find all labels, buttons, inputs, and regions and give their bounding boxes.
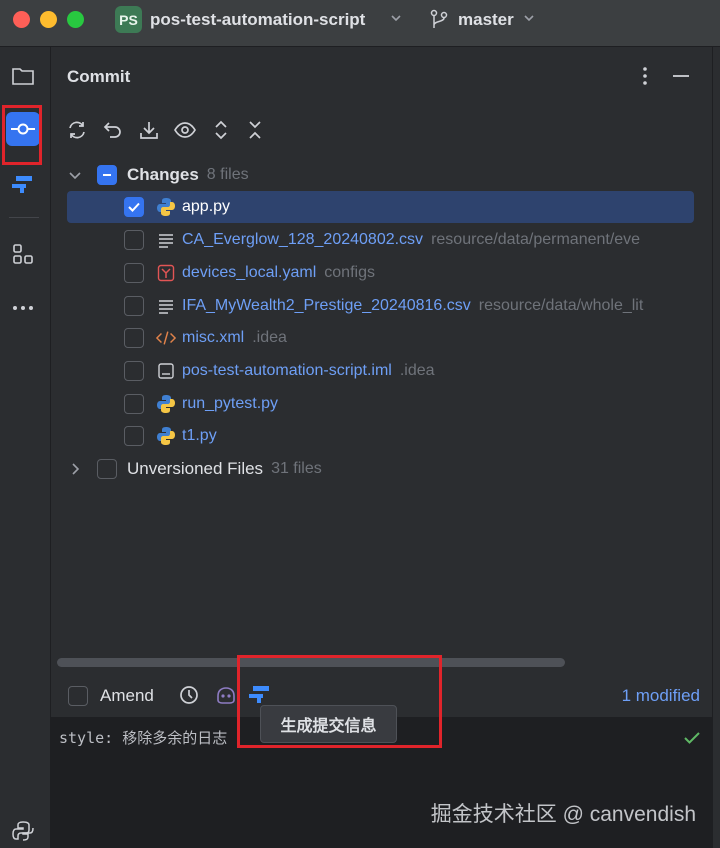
amend-checkbox[interactable]: [68, 686, 88, 706]
minus-icon: [103, 174, 111, 176]
changes-group-label: Changes: [127, 165, 199, 184]
ai-assistant-tool-button[interactable]: [6, 167, 40, 201]
unversioned-group-row[interactable]: Unversioned Files 31 files: [67, 453, 720, 485]
file-name: run_pytest.py: [182, 395, 279, 412]
iml-file-icon: [156, 361, 176, 381]
python-icon: [156, 394, 176, 414]
collapse-all-button[interactable]: [243, 118, 267, 142]
file-checkbox[interactable]: [124, 426, 144, 446]
file-checkbox[interactable]: [124, 394, 144, 414]
chevron-down-icon[interactable]: [67, 167, 83, 183]
file-row[interactable]: pos-test-automation-script.iml .idea: [67, 355, 720, 387]
structure-tool-button[interactable]: [6, 237, 40, 271]
unversioned-group-checkbox[interactable]: [97, 459, 117, 479]
file-row[interactable]: devices_local.yaml configs: [67, 257, 720, 289]
amend-label[interactable]: Amend: [100, 686, 154, 706]
file-name: CA_Everglow_128_20240802.csv: [182, 231, 424, 248]
check-icon: [684, 732, 700, 744]
changes-group-count: 8 files: [206, 166, 249, 183]
show-diff-button[interactable]: [173, 118, 197, 142]
file-row[interactable]: app.py: [67, 191, 694, 223]
changes-group-checkbox[interactable]: [97, 165, 117, 185]
undo-icon: [103, 122, 121, 138]
ai-assistant-icon: [12, 176, 32, 193]
update-button[interactable]: [137, 118, 161, 142]
copilot-icon[interactable]: [214, 684, 238, 706]
file-checkbox[interactable]: [124, 361, 144, 381]
file-checkbox[interactable]: [124, 263, 144, 283]
structure-icon: [13, 244, 33, 264]
csv-file-icon: [156, 230, 176, 250]
xml-file-icon: [156, 328, 176, 348]
window-minimize-button[interactable]: [40, 11, 57, 28]
refresh-button[interactable]: [65, 118, 89, 142]
right-tool-strip: [712, 47, 720, 848]
panel-title: Commit: [67, 67, 131, 86]
highlight-box: [2, 105, 42, 165]
title-bar: PS pos-test-automation-script master: [0, 0, 720, 47]
more-vertical-icon[interactable]: [637, 65, 653, 87]
file-row[interactable]: run_pytest.py: [67, 388, 720, 420]
window-close-button[interactable]: [13, 11, 30, 28]
file-checkbox[interactable]: [124, 230, 144, 250]
changes-group-row[interactable]: Changes 8 files: [67, 159, 720, 191]
file-checkbox[interactable]: [124, 197, 144, 217]
commit-message-text[interactable]: style: 移除多余的日志: [59, 727, 227, 748]
file-path: resource/data/whole_lit: [478, 297, 644, 314]
highlight-box: [237, 655, 442, 748]
file-row[interactable]: CA_Everglow_128_20240802.csv resource/da…: [67, 224, 720, 256]
window-maximize-button[interactable]: [67, 11, 84, 28]
expand-all-icon: [215, 120, 227, 140]
chevron-down-icon[interactable]: [389, 11, 403, 25]
file-name: devices_local.yaml: [182, 264, 317, 281]
more-tools-button[interactable]: [6, 291, 40, 325]
refresh-icon: [69, 121, 85, 139]
file-name: misc.xml: [182, 329, 245, 346]
rollback-button[interactable]: [101, 118, 125, 142]
file-name: IFA_MyWealth2_Prestige_20240816.csv: [182, 297, 471, 314]
file-row[interactable]: t1.py: [67, 420, 720, 452]
eye-icon: [174, 122, 196, 138]
file-path: .idea: [399, 362, 435, 379]
file-name: pos-test-automation-script.iml: [182, 362, 392, 379]
branch-name[interactable]: master: [458, 10, 514, 30]
project-badge[interactable]: PS: [115, 6, 142, 33]
yaml-file-icon: [156, 263, 176, 283]
tool-window-strip: [0, 47, 51, 848]
history-icon[interactable]: [178, 684, 200, 706]
file-row[interactable]: IFA_MyWealth2_Prestige_20240816.csv reso…: [67, 290, 720, 322]
chevron-right-icon[interactable]: [67, 461, 83, 477]
project-tool-button[interactable]: [6, 59, 40, 93]
file-checkbox[interactable]: [124, 296, 144, 316]
collapse-all-icon: [249, 121, 261, 139]
minimize-icon[interactable]: [671, 65, 691, 87]
watermark-text: 掘金技术社区 @ canvendish: [430, 803, 696, 826]
chevron-down-icon[interactable]: [522, 11, 536, 25]
check-icon: [128, 202, 140, 212]
strip-divider: [9, 217, 39, 218]
unversioned-group-label: Unversioned Files: [127, 459, 264, 478]
git-branch-icon: [430, 9, 448, 28]
python-console-button[interactable]: [6, 814, 40, 848]
file-path: resource/data/permanent/eve: [431, 231, 641, 248]
modified-count-link[interactable]: 1 modified: [622, 686, 700, 706]
unversioned-group-count: 31 files: [271, 460, 322, 477]
python-icon: [156, 197, 176, 217]
folder-icon: [12, 68, 34, 85]
expand-all-button[interactable]: [209, 118, 233, 142]
python-icon: [156, 426, 176, 446]
file-name: t1.py: [182, 427, 217, 444]
file-row[interactable]: misc.xml .idea: [67, 322, 720, 354]
file-path: configs: [324, 264, 375, 281]
csv-file-icon: [156, 296, 176, 316]
file-path: .idea: [252, 329, 287, 346]
project-name[interactable]: pos-test-automation-script: [150, 10, 365, 30]
more-horizontal-icon: [13, 306, 33, 310]
file-checkbox[interactable]: [124, 328, 144, 348]
download-icon: [140, 122, 158, 139]
python-console-icon: [12, 821, 34, 841]
file-name: app.py: [182, 198, 231, 215]
